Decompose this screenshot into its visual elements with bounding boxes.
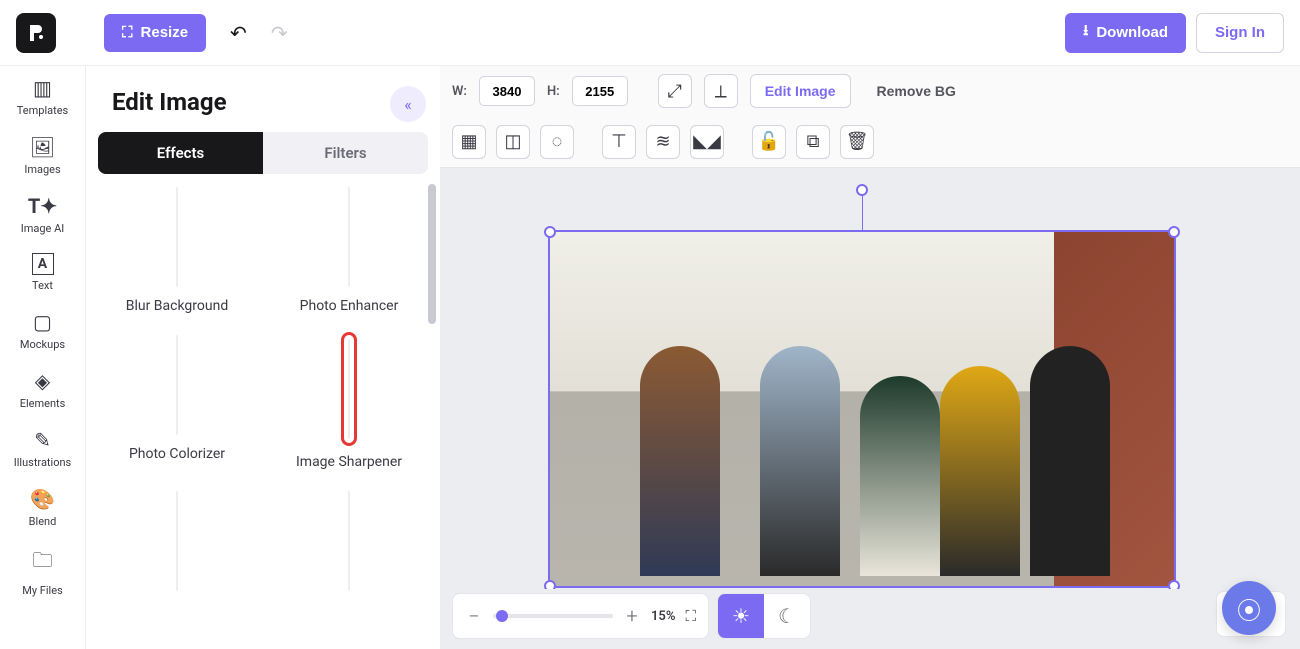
- app-logo[interactable]: [16, 13, 56, 53]
- fit-screen-button[interactable]: ⛶: [685, 607, 696, 625]
- sun-icon: ☀: [732, 604, 750, 628]
- lock-icon: 🔓: [758, 131, 780, 152]
- tab-effects[interactable]: Effects: [98, 132, 263, 174]
- width-label: W:: [452, 84, 467, 99]
- edit-panel: Edit Image « Effects Filters ⚡ Blur Back…: [86, 66, 440, 649]
- opacity-button[interactable]: ◌: [540, 125, 574, 159]
- redo-icon[interactable]: ↷: [271, 21, 288, 45]
- nav-templates[interactable]: ▥Templates: [17, 76, 68, 117]
- signin-button[interactable]: Sign In: [1196, 13, 1284, 53]
- illustrations-icon: ✎: [34, 428, 51, 452]
- nav-text[interactable]: AText: [32, 253, 54, 292]
- expand-icon: ⤢: [668, 81, 682, 102]
- selected-image[interactable]: [548, 230, 1176, 588]
- align-icon: ⊤: [611, 131, 627, 152]
- effect-photo-enhancer[interactable]: ⚡ Photo Enhancer: [270, 184, 428, 322]
- nav-my-files[interactable]: 🗀My Files: [22, 546, 62, 597]
- resize-icon: ⛶: [122, 24, 133, 41]
- effect-image-sharpener[interactable]: ⚡ Image Sharpener: [270, 332, 428, 478]
- edit-image-button[interactable]: Edit Image: [750, 74, 851, 108]
- collapse-panel-button[interactable]: «: [390, 86, 426, 122]
- height-label: H:: [547, 84, 560, 99]
- resize-button[interactable]: ⛶ Resize: [104, 14, 206, 52]
- layers-button[interactable]: ≋: [646, 125, 680, 159]
- trash-icon: 🗑: [846, 131, 869, 152]
- grid-button[interactable]: ▦: [452, 125, 486, 159]
- image-ai-icon: T✦: [28, 194, 57, 218]
- nav-image-ai[interactable]: T✦Image AI: [21, 194, 65, 235]
- resize-handle-tr[interactable]: [1168, 226, 1180, 238]
- mockups-icon: ▢: [33, 310, 52, 334]
- download-label: Download: [1096, 24, 1168, 41]
- grid-icon: ▦: [460, 131, 477, 152]
- lifebuoy-icon: ⦿: [1237, 591, 1261, 626]
- images-icon: 🖼: [30, 135, 55, 159]
- elements-icon: ◈: [35, 369, 50, 393]
- download-button[interactable]: ⭳ Download: [1065, 13, 1186, 53]
- nav-elements[interactable]: ◈Elements: [20, 369, 66, 410]
- zoom-in-button[interactable]: +: [623, 604, 641, 628]
- rotate-handle[interactable]: [856, 184, 868, 196]
- undo-icon[interactable]: ↶: [230, 21, 247, 45]
- theme-light-button[interactable]: ☀: [718, 594, 764, 638]
- help-button[interactable]: ⦿: [1222, 581, 1276, 635]
- copy-button[interactable]: ⧉: [796, 125, 830, 159]
- delete-button[interactable]: 🗑: [840, 125, 874, 159]
- crop-icon: ⟂: [715, 81, 727, 102]
- moon-icon: ☾: [778, 604, 796, 628]
- left-nav: ▥Templates 🖼Images T✦Image AI AText ▢Moc…: [0, 66, 86, 649]
- blend-icon: 🎨: [30, 487, 55, 511]
- expand-button[interactable]: ⤢: [658, 74, 692, 108]
- drop-icon: ◌: [552, 131, 563, 152]
- crop-button[interactable]: ⟂: [704, 74, 738, 108]
- theme-dark-button[interactable]: ☾: [764, 594, 810, 638]
- layers-icon: ≋: [655, 131, 670, 152]
- resize-handle-br[interactable]: [1168, 580, 1180, 589]
- templates-icon: ▥: [33, 76, 52, 100]
- flip-button[interactable]: ◣◢: [690, 125, 724, 159]
- canvas-viewport[interactable]: [440, 168, 1300, 589]
- panel-title: Edit Image: [86, 66, 440, 132]
- nav-mockups[interactable]: ▢Mockups: [20, 310, 65, 351]
- nav-illustrations[interactable]: ✎Illustrations: [14, 428, 71, 469]
- zoom-slider[interactable]: [493, 614, 613, 618]
- align-button[interactable]: ⊤: [602, 125, 636, 159]
- resize-label: Resize: [141, 24, 189, 41]
- copy-icon: ⧉: [807, 131, 820, 152]
- resize-handle-bl[interactable]: [544, 580, 556, 589]
- height-input[interactable]: [572, 76, 628, 106]
- flip-icon: ◣◢: [693, 131, 721, 152]
- folder-icon: 🗀: [32, 546, 52, 580]
- zoom-out-button[interactable]: −: [465, 604, 483, 628]
- chevron-left-icon: «: [404, 95, 412, 114]
- download-icon: ⭳: [1083, 20, 1088, 45]
- width-input[interactable]: [479, 76, 535, 106]
- effect-card-6[interactable]: ⚡: [270, 488, 428, 604]
- remove-bg-button[interactable]: Remove BG: [863, 74, 970, 108]
- effect-card-5[interactable]: ⚡: [98, 488, 256, 604]
- effect-photo-colorizer[interactable]: ⚡ Photo Colorizer: [98, 332, 256, 478]
- overlap-button[interactable]: ◫: [496, 125, 530, 159]
- text-icon: A: [32, 253, 54, 275]
- scrollbar[interactable]: [428, 184, 436, 384]
- resize-handle-tl[interactable]: [544, 226, 556, 238]
- effect-blur-background[interactable]: ⚡ Blur Background: [98, 184, 256, 322]
- nav-blend[interactable]: 🎨Blend: [29, 487, 57, 528]
- nav-images[interactable]: 🖼Images: [24, 135, 60, 176]
- lock-button[interactable]: 🔓: [752, 125, 786, 159]
- canvas-area: W: H: ⤢ ⟂ Edit Image Remove BG ▦ ◫ ◌ ⊤ ≋…: [440, 66, 1300, 649]
- zoom-control: − + 15% ⛶: [452, 593, 709, 639]
- zoom-value: 15%: [651, 609, 675, 624]
- overlap-icon: ◫: [504, 131, 521, 152]
- tab-filters[interactable]: Filters: [263, 132, 428, 174]
